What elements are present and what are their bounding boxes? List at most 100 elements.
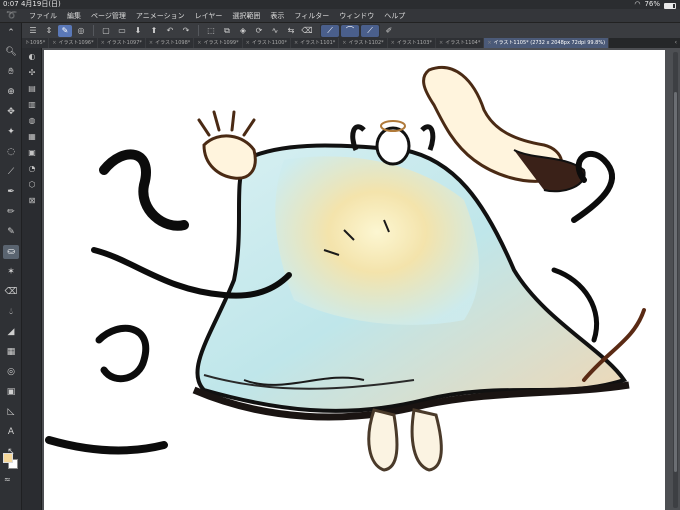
document-tabs: ト1095* × イラスト1096* × イラスト1097* × イラスト1098* … xyxy=(22,38,680,48)
drawing-canvas[interactable] xyxy=(44,50,665,510)
magic-wand-icon[interactable]: ✦ xyxy=(3,125,19,139)
tab-1102[interactable]: × イラスト1102* xyxy=(339,38,388,48)
menu-view[interactable]: 表示 xyxy=(265,9,289,23)
edit-note-icon[interactable]: ✐ xyxy=(382,25,396,37)
close-tab-icon[interactable]: × xyxy=(294,38,298,48)
close-tab-icon[interactable]: × xyxy=(439,38,443,48)
artwork-illustration xyxy=(45,65,646,472)
hamburger-menu-icon[interactable]: ☰ xyxy=(26,25,40,37)
eyedropper-icon[interactable]: ⟋ xyxy=(3,165,19,179)
clear-icon[interactable]: ⌫ xyxy=(300,25,314,37)
tabs-scroll-left-icon[interactable]: ‹ xyxy=(672,38,680,48)
hand-icon[interactable]: ✋︎ xyxy=(3,65,19,79)
menu-window[interactable]: ウィンドウ xyxy=(334,9,379,23)
history-icon[interactable]: ◔ xyxy=(25,162,39,174)
tab-1098[interactable]: × イラスト1098* xyxy=(145,38,195,48)
menu-animation[interactable]: アニメーション xyxy=(131,9,190,23)
close-tab-icon[interactable]: × xyxy=(101,38,105,48)
tab-1099[interactable]: × イラスト1099* xyxy=(194,38,243,48)
tool-palette: ⌃ 🔍︎ ✋︎ ⊕ ✥ ✦ ◌ ⟋ ✒ ✏ ✎ ⛀ ✶ ⌫ 💧︎ ◢ ▦ ◎ ▣… xyxy=(0,23,22,510)
undo-icon[interactable]: ↶ xyxy=(163,25,177,37)
status-right: ◠ 76% xyxy=(634,0,676,9)
cube-icon[interactable]: ⬡ xyxy=(25,178,39,190)
quick-access-icon[interactable]: ⊠ xyxy=(25,194,39,206)
stroke-curve-icon[interactable]: ⌒ xyxy=(341,24,359,37)
redo-icon[interactable]: ↷ xyxy=(179,25,193,37)
tab-1095[interactable]: ト1095* xyxy=(22,38,50,48)
close-tab-icon[interactable]: × xyxy=(246,38,250,48)
collapse-chevron-icon[interactable]: ⌃ xyxy=(3,26,19,40)
airbrush-icon[interactable]: ⛀ xyxy=(3,245,19,259)
layer-settings-icon[interactable]: ◎ xyxy=(74,25,88,37)
gradient-icon[interactable]: ▦ xyxy=(3,345,19,359)
status-date: 4月19日(日) xyxy=(20,0,61,8)
foreground-color-swatch[interactable] xyxy=(3,453,13,463)
color-set-icon[interactable]: ▦ xyxy=(25,130,39,142)
rotate-icon[interactable]: ⟳ xyxy=(252,25,266,37)
menu-filter[interactable]: フィルター xyxy=(289,9,334,23)
lasso-icon[interactable]: ◌ xyxy=(3,145,19,159)
upload-icon[interactable]: ⬆ xyxy=(147,25,161,37)
operation-icon[interactable]: ⊕ xyxy=(3,85,19,99)
text-tool-icon[interactable]: A xyxy=(3,425,19,439)
color-swatch[interactable] xyxy=(3,453,19,471)
pen-icon[interactable]: ✒ xyxy=(3,185,19,199)
stabilizer-icon[interactable]: ∿ xyxy=(268,25,282,37)
tab-1097[interactable]: × イラスト1097* xyxy=(97,38,146,48)
new-file-icon[interactable]: ▢ xyxy=(99,25,113,37)
close-tab-icon[interactable]: × xyxy=(197,38,201,48)
menu-layer[interactable]: レイヤー xyxy=(190,9,228,23)
color-wheel-icon[interactable]: ◍ xyxy=(25,114,39,126)
vertical-scrollbar[interactable] xyxy=(673,52,678,508)
close-tab-icon[interactable]: × xyxy=(342,38,346,48)
canvas-workarea[interactable] xyxy=(42,48,680,510)
tab-label: イラスト1101* xyxy=(300,40,336,46)
open-folder-icon[interactable]: ▭ xyxy=(115,25,129,37)
menu-file[interactable]: ファイル xyxy=(24,9,62,23)
material-icon[interactable]: ▣ xyxy=(25,146,39,158)
stroke-straight-icon[interactable]: ⟋ xyxy=(321,24,339,37)
transform-icon[interactable]: ⧉ xyxy=(220,25,234,37)
blend-icon[interactable]: 💧︎ xyxy=(3,305,19,319)
layer-icon[interactable]: ▤ xyxy=(25,82,39,94)
pencil-icon[interactable]: ✏ xyxy=(3,205,19,219)
fill-icon[interactable]: ◈ xyxy=(236,25,250,37)
stroke-smooth-icon[interactable]: ⟋ xyxy=(361,24,379,37)
close-tab-icon[interactable]: × xyxy=(391,38,395,48)
frame-border-icon[interactable]: ▣ xyxy=(3,385,19,399)
clip-studio-logo-icon[interactable]: ➰ xyxy=(0,9,24,23)
close-tab-icon[interactable]: × xyxy=(52,38,56,48)
tab-1103[interactable]: × イラスト1103* xyxy=(387,38,436,48)
decoration-icon[interactable]: ✶ xyxy=(3,265,19,279)
navigator-icon[interactable]: ▥ xyxy=(25,98,39,110)
tab-1105-current[interactable]: × イラスト1105* (2732 x 2048px 72dpi 99.8%) xyxy=(484,38,610,48)
figure-icon[interactable]: ◎ xyxy=(3,365,19,379)
layer-properties-icon[interactable]: ✣ xyxy=(25,66,39,78)
tab-1096[interactable]: × イラスト1096* xyxy=(49,38,98,48)
brush-icon[interactable]: ✎ xyxy=(3,225,19,239)
zoom-icon[interactable]: 🔍︎ xyxy=(3,45,19,59)
brush-tool-button[interactable]: ✎ xyxy=(58,24,72,37)
menu-help[interactable]: ヘルプ xyxy=(379,9,410,23)
tab-1100[interactable]: × イラスト1100* xyxy=(242,38,291,48)
tab-1101[interactable]: × イラスト1101* xyxy=(290,38,340,48)
fill-bucket-icon[interactable]: ◢ xyxy=(3,325,19,339)
battery-icon xyxy=(664,2,676,9)
save-icon[interactable]: ⬇ xyxy=(131,25,145,37)
selection-icon[interactable]: ⬚ xyxy=(204,25,218,37)
sub-tool-menu-icon[interactable]: ◐ xyxy=(25,50,39,62)
menu-edit[interactable]: 編集 xyxy=(62,9,86,23)
tab-label: イラスト1102* xyxy=(348,40,384,46)
chevron-updown-icon[interactable]: ⇕ xyxy=(42,25,56,37)
close-tab-icon[interactable]: × xyxy=(487,38,491,48)
color-swap-icon[interactable]: ≈ xyxy=(4,475,11,484)
eraser-icon[interactable]: ⌫ xyxy=(3,285,19,299)
menu-selection[interactable]: 選択範囲 xyxy=(227,9,265,23)
menu-page[interactable]: ページ管理 xyxy=(86,9,131,23)
scrollbar-thumb[interactable] xyxy=(674,92,677,472)
tab-1104[interactable]: × イラスト1104* xyxy=(435,38,485,48)
flip-icon[interactable]: ⇆ xyxy=(284,25,298,37)
close-tab-icon[interactable]: × xyxy=(149,38,153,48)
ruler-icon[interactable]: ◺ xyxy=(3,405,19,419)
move-layer-icon[interactable]: ✥ xyxy=(3,105,19,119)
